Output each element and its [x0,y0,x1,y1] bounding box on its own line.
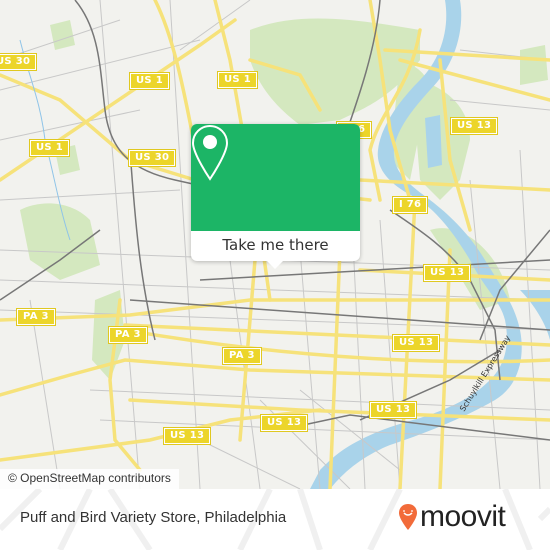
road-shield: PA 3 [222,347,262,365]
park-small-2 [50,20,75,50]
road-shield: I 76 [391,196,429,214]
take-me-there-button[interactable]: Take me there [191,231,360,261]
park-small-3 [520,45,548,85]
moovit-pin-icon [399,504,417,530]
road-shield: US 13 [259,414,309,432]
road-shield: US 13 [368,401,418,419]
road-shield: US 13 [162,427,212,445]
road-shield: US 30 [0,53,38,71]
road-shield: US 1 [129,72,170,90]
reservoir [425,115,442,168]
road-shield: US 1 [217,71,258,89]
road-shield: PA 3 [108,326,148,344]
road-shield: US 1 [29,139,70,157]
destination-popup: Take me there [191,124,360,269]
road-shield: US 30 [127,149,177,167]
footer: Puff and Bird Variety Store, Philadelphi… [0,489,550,550]
road-shield: US 13 [449,117,499,135]
park-west [20,203,100,280]
place-title: Puff and Bird Variety Store, Philadelphi… [20,509,287,526]
map-attribution[interactable]: © OpenStreetMap contributors [0,469,179,489]
moovit-wordmark: moovit [420,500,506,533]
map-pin-icon [191,124,229,181]
road-shield: US 13 [422,264,472,282]
road-shield: PA 3 [16,308,56,326]
map-view[interactable]: Schuylkill Expressway US 30 US 1 US 1 US… [0,0,550,489]
popup-header [191,124,360,231]
river-delaware-edge [520,290,550,340]
road-shield: US 13 [391,334,441,352]
popup-tail [267,261,283,269]
